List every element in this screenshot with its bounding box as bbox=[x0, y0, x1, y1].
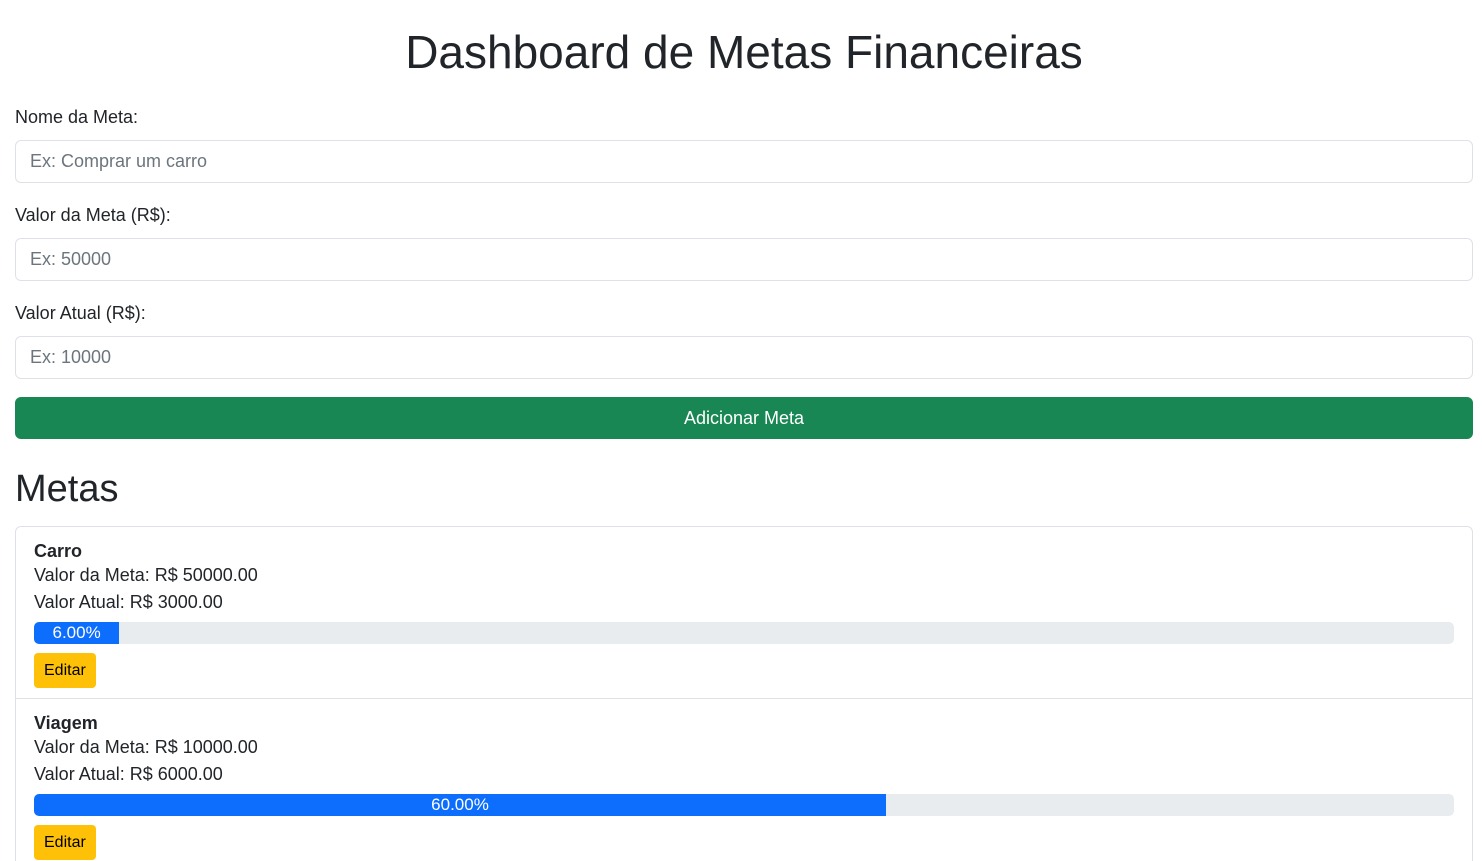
edit-goal-button[interactable]: Editar bbox=[34, 653, 96, 688]
goal-target-value: Valor da Meta: R$ 50000.00 bbox=[34, 565, 258, 585]
goal-name: Viagem bbox=[34, 713, 98, 733]
goal-current-value: Valor Atual: R$ 3000.00 bbox=[34, 592, 223, 612]
goal-current-input[interactable] bbox=[15, 336, 1473, 379]
goal-form: Nome da Meta: Valor da Meta (R$): Valor … bbox=[15, 106, 1473, 439]
goal-progress-track: 60.00% bbox=[34, 794, 1454, 816]
goal-progress-bar: 6.00% bbox=[34, 622, 120, 644]
goal-current-value: Valor Atual: R$ 6000.00 bbox=[34, 764, 223, 784]
edit-goal-button[interactable]: Editar bbox=[34, 825, 96, 860]
goal-current-group: Valor Atual (R$): bbox=[15, 302, 1473, 379]
app-container: Dashboard de Metas Financeiras Nome da M… bbox=[15, 0, 1473, 861]
goals-section-title: Metas bbox=[15, 468, 119, 510]
goal-item: Viagem Valor da Meta: R$ 10000.00 Valor … bbox=[16, 699, 1472, 861]
goal-target-label: Valor da Meta (R$): bbox=[15, 205, 171, 225]
goal-progress-bar: 60.00% bbox=[34, 794, 886, 816]
goal-item: Carro Valor da Meta: R$ 50000.00 Valor A… bbox=[16, 527, 1472, 699]
goal-target-group: Valor da Meta (R$): bbox=[15, 204, 1473, 281]
goal-progress-track: 6.00% bbox=[34, 622, 1454, 644]
goal-name-input[interactable] bbox=[15, 140, 1473, 183]
goal-name-label: Nome da Meta: bbox=[15, 107, 139, 127]
goal-list: Carro Valor da Meta: R$ 50000.00 Valor A… bbox=[15, 526, 1473, 861]
goal-target-input[interactable] bbox=[15, 238, 1473, 281]
add-goal-button[interactable]: Adicionar Meta bbox=[15, 397, 1473, 439]
goal-name-group: Nome da Meta: bbox=[15, 106, 1473, 183]
page-title: Dashboard de Metas Financeiras bbox=[405, 26, 1083, 78]
goal-name: Carro bbox=[34, 541, 83, 561]
goal-current-label: Valor Atual (R$): bbox=[15, 303, 146, 323]
goal-target-value: Valor da Meta: R$ 10000.00 bbox=[34, 737, 258, 757]
